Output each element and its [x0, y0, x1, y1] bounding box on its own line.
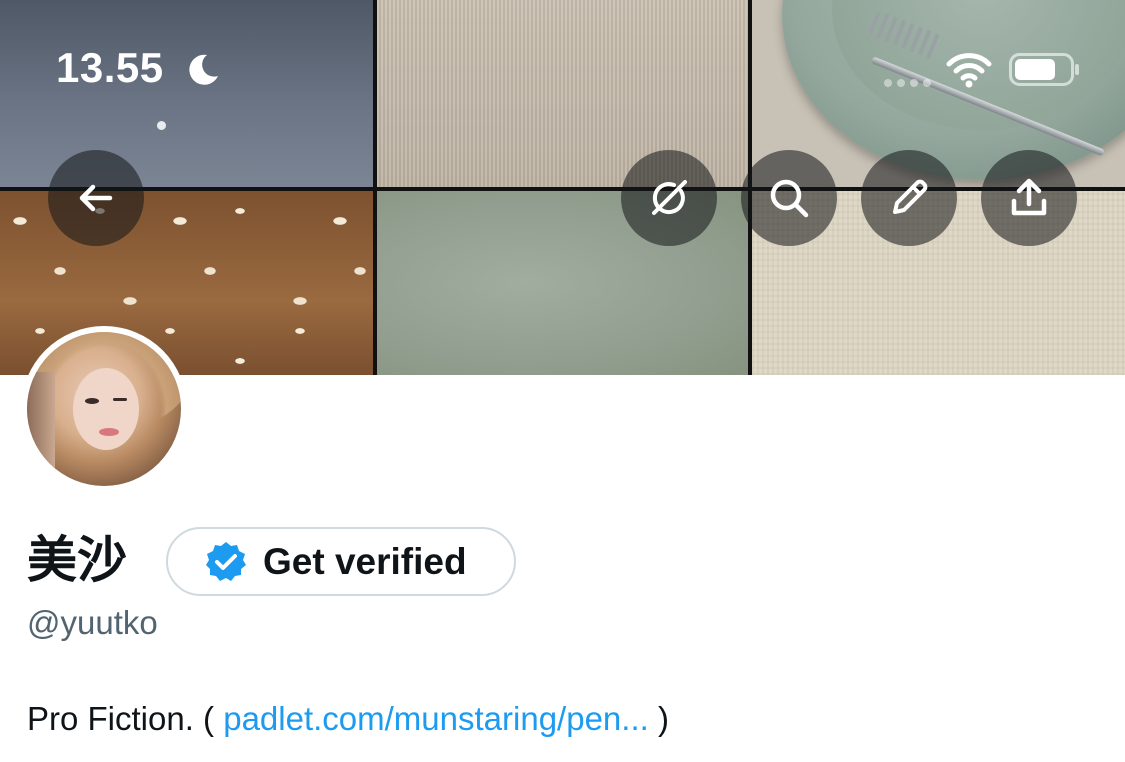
status-time: 13.55 — [56, 44, 164, 91]
bio: Pro Fiction. ( padlet.com/munstaring/pen… — [27, 700, 669, 738]
search-icon — [770, 179, 809, 218]
back-arrow-icon — [79, 184, 113, 212]
back-button[interactable] — [48, 150, 144, 246]
battery-icon — [1009, 53, 1079, 86]
search-button[interactable] — [741, 150, 837, 246]
grok-button[interactable] — [621, 150, 717, 246]
grok-icon — [652, 180, 687, 215]
banner-tile-sky — [0, 0, 373, 187]
bio-text: Pro Fiction. ( — [27, 700, 224, 737]
avatar-photo — [27, 332, 181, 486]
moon-icon — [189, 54, 218, 85]
cellular-dots-icon — [884, 74, 936, 92]
pencil-icon — [893, 179, 928, 214]
wifi-icon — [946, 53, 992, 88]
verified-badge-icon — [206, 541, 246, 581]
bio-text-end: ) — [648, 700, 669, 737]
display-name: 美沙 — [27, 531, 127, 589]
get-verified-label: Get verified — [263, 540, 467, 582]
handle: @yuutko — [27, 604, 158, 641]
banner-moon — [157, 121, 166, 130]
bio-link[interactable]: padlet.com/munstaring/pen... — [223, 700, 649, 737]
edit-button[interactable] — [861, 150, 957, 246]
share-button[interactable] — [981, 150, 1077, 246]
get-verified-button[interactable]: Get verified — [166, 527, 516, 596]
share-icon — [1011, 178, 1047, 216]
avatar[interactable] — [21, 326, 187, 492]
